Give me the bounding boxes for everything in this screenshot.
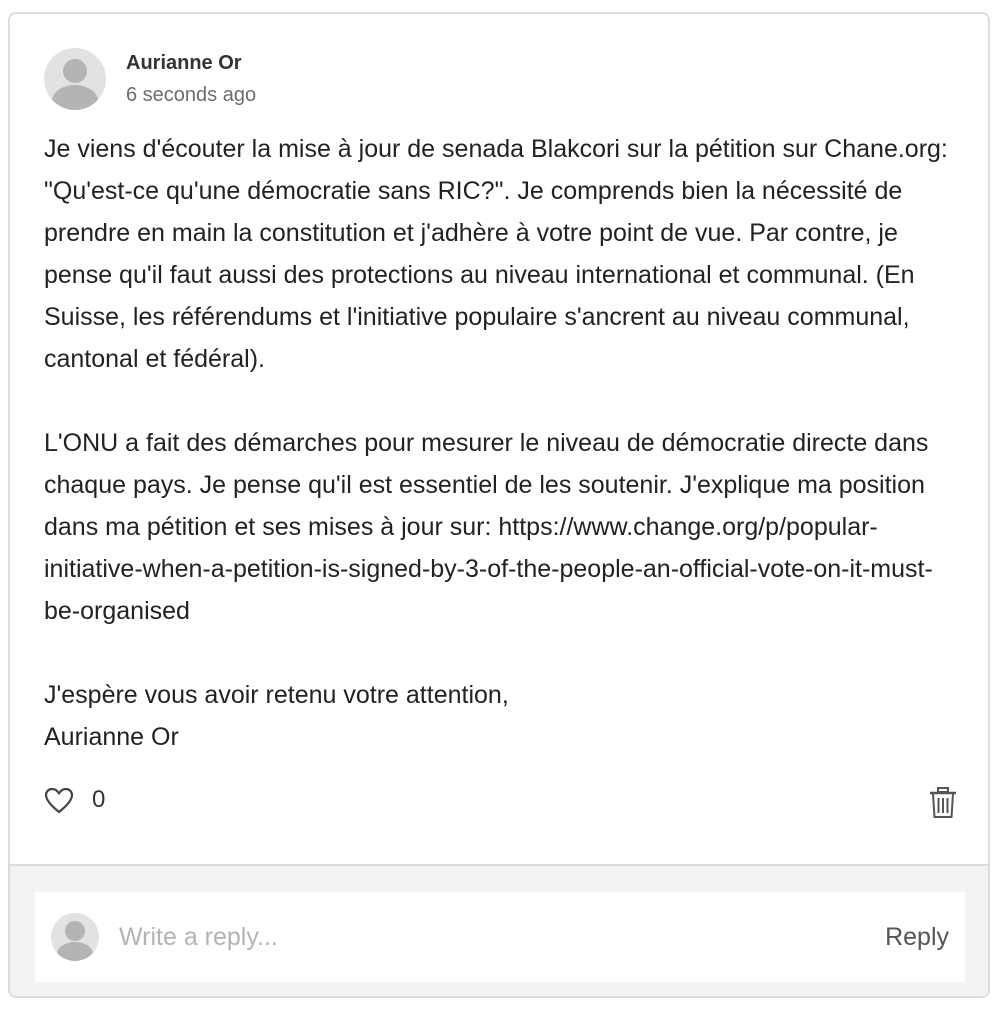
comment-card: Aurianne Or 6 seconds ago Je viens d'éco… — [8, 12, 990, 998]
avatar-head — [63, 59, 87, 83]
comment-paragraph-1: Je viens d'écouter la mise à jour de sen… — [44, 135, 948, 373]
author-avatar[interactable] — [44, 48, 106, 110]
comment-paragraph-2: L'ONU a fait des démarches pour mesurer … — [44, 429, 933, 625]
avatar-head — [65, 921, 85, 941]
comment: Aurianne Or 6 seconds ago Je viens d'éco… — [10, 14, 988, 864]
heart-outline-icon — [44, 787, 74, 813]
reply-button[interactable]: Reply — [885, 916, 949, 958]
avatar-body — [52, 85, 98, 110]
like-count: 0 — [92, 786, 106, 813]
reply-area: Reply — [10, 864, 988, 996]
comment-paragraph-3: J'espère vous avoir retenu votre attenti… — [44, 681, 509, 751]
delete-button[interactable] — [928, 786, 958, 820]
author-name[interactable]: Aurianne Or — [126, 52, 242, 75]
comment-timestamp: 6 seconds ago — [126, 84, 257, 106]
comment-body: Je viens d'écouter la mise à jour de sen… — [44, 128, 964, 758]
reply-box: Reply — [35, 892, 965, 982]
trash-icon — [930, 787, 956, 818]
like-button[interactable]: 0 — [44, 784, 105, 816]
avatar-body — [57, 942, 93, 961]
reply-input[interactable] — [119, 917, 819, 957]
user-avatar-icon — [51, 913, 99, 961]
